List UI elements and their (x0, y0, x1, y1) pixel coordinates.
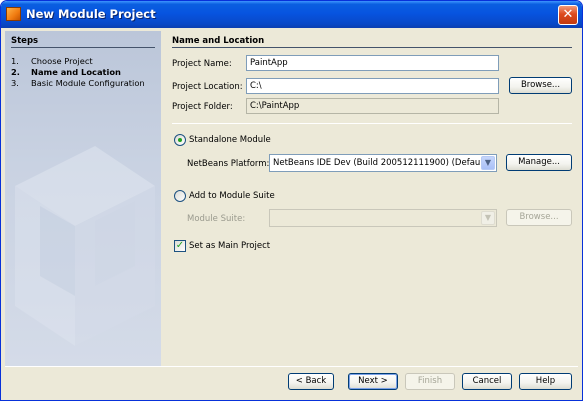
project-location-field[interactable]: C:\ (246, 78, 499, 94)
cube-watermark-icon (15, 146, 155, 346)
finish-button[interactable]: Finish (405, 373, 455, 390)
step-number: 1. (11, 56, 19, 66)
project-folder-field[interactable]: C:\PaintApp (246, 98, 499, 114)
standalone-module-label[interactable]: Standalone Module (189, 135, 271, 145)
project-folder-label: Project Folder: (172, 102, 233, 112)
netbeans-platform-label: NetBeans Platform: (187, 159, 270, 169)
netbeans-app-icon (6, 7, 21, 21)
steps-title: Steps (11, 36, 39, 46)
step-label: Choose Project (31, 56, 93, 66)
title-bar[interactable]: New Module Project ✕ (1, 1, 582, 28)
add-to-module-suite-label[interactable]: Add to Module Suite (189, 191, 275, 201)
platform-selected-value: NetBeans IDE Dev (Build 200512111900) (D… (273, 158, 490, 168)
steps-panel: Steps 1. Choose Project 2. Name and Locati… (5, 31, 161, 366)
steps-divider (11, 47, 155, 48)
close-icon: ✕ (562, 7, 574, 22)
netbeans-platform-select[interactable]: NetBeans IDE Dev (Build 200512111900) (D… (269, 154, 497, 172)
content-title: Name and Location (172, 36, 265, 46)
checkmark-icon: ✓ (175, 240, 185, 251)
set-as-main-project-label[interactable]: Set as Main Project (189, 241, 270, 251)
chevron-down-icon[interactable]: ▼ (481, 156, 495, 170)
close-button[interactable]: ✕ (558, 5, 578, 25)
next-button[interactable]: Next > (348, 373, 398, 390)
module-suite-select[interactable]: ▼ (269, 209, 497, 227)
step-choose-project: 1. Choose Project (11, 56, 93, 66)
help-button[interactable]: Help (519, 373, 572, 390)
standalone-module-radio[interactable] (174, 134, 186, 146)
add-to-module-suite-radio[interactable] (174, 190, 186, 202)
step-number: 3. (11, 78, 19, 88)
step-basic-module-configuration: 3. Basic Module Configuration (11, 78, 145, 88)
browse-suite-button[interactable]: Browse... (506, 209, 572, 226)
project-location-label: Project Location: (172, 82, 243, 92)
cancel-button[interactable]: Cancel (462, 373, 512, 390)
section-separator (172, 123, 572, 124)
set-as-main-project-checkbox[interactable]: ✓ (174, 240, 186, 252)
window-title: New Module Project (26, 7, 156, 21)
step-label: Name and Location (31, 67, 121, 77)
step-name-and-location: 2. Name and Location (11, 67, 121, 77)
back-button[interactable]: < Back (288, 373, 334, 390)
chevron-down-icon[interactable]: ▼ (481, 211, 495, 225)
browse-location-button[interactable]: Browse... (509, 77, 572, 94)
content-divider (172, 47, 572, 48)
step-label: Basic Module Configuration (31, 78, 145, 88)
radio-selected-dot (178, 138, 182, 142)
manage-platforms-button[interactable]: Manage... (506, 154, 572, 171)
module-suite-label: Module Suite: (187, 214, 246, 224)
project-name-label: Project Name: (172, 59, 232, 69)
step-number: 2. (11, 67, 20, 77)
footer-separator (5, 366, 578, 367)
new-module-project-dialog: New Module Project ✕ Steps 1. Choose Proj… (0, 0, 583, 401)
project-name-field[interactable]: PaintApp (246, 55, 499, 71)
wizard-button-bar: < Back Next > Finish Cancel Help (1, 368, 582, 400)
